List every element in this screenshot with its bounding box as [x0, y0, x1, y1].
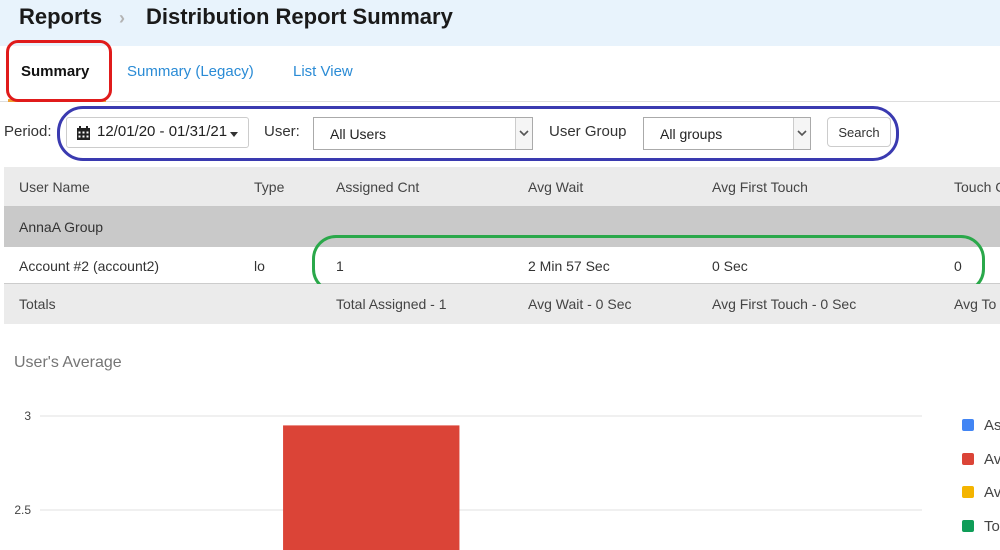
- column-header-avg-first-touch[interactable]: Avg First Touch: [712, 179, 808, 195]
- legend-label: To: [984, 518, 1000, 535]
- chart-bar-1[interactable]: [283, 425, 460, 550]
- annotation-red-outline: [6, 40, 112, 102]
- legend-label: Av: [984, 451, 1000, 468]
- column-header-assigned-cnt[interactable]: Assigned Cnt: [336, 179, 419, 195]
- breadcrumb-chevron-icon: ›: [119, 8, 125, 28]
- column-header-type[interactable]: Type: [254, 179, 284, 195]
- period-label: Period:: [4, 123, 52, 140]
- totals-avg-wait: Avg Wait - 0 Sec: [528, 296, 632, 312]
- legend-swatch: [962, 419, 974, 431]
- users-average-chart: 32.5: [14, 409, 922, 550]
- group-name: AnnaA Group: [19, 219, 104, 235]
- annotation-blue-outline: [57, 106, 899, 161]
- totals-avg-first-touch: Avg First Touch - 0 Sec: [712, 296, 857, 312]
- column-header-touch-count[interactable]: Touch C: [954, 179, 1000, 195]
- tab-summary-legacy[interactable]: Summary (Legacy): [127, 63, 254, 80]
- totals-avg-touch: Avg To: [954, 296, 997, 312]
- y-tick-label: 2.5: [14, 503, 31, 517]
- table-header: User Name Type Assigned Cnt Avg Wait Avg…: [4, 167, 1000, 207]
- tab-list-view[interactable]: List View: [293, 63, 353, 80]
- cell-user-name: Account #2 (account2): [19, 258, 160, 274]
- report-tabs: Summary Summary (Legacy) List View: [0, 46, 1000, 102]
- totals-assigned: Total Assigned - 1: [336, 296, 447, 312]
- page-header: Reports › Distribution Report Summary: [0, 0, 1000, 46]
- table-totals-row: Totals Total Assigned - 1 Avg Wait - 0 S…: [4, 284, 1000, 324]
- column-header-avg-wait[interactable]: Avg Wait: [528, 179, 583, 195]
- cell-type: lo: [254, 258, 265, 274]
- column-header-user-name[interactable]: User Name: [19, 179, 90, 195]
- legend-label: As: [984, 417, 1000, 434]
- y-tick-label: 3: [24, 409, 31, 423]
- chart-title: User's Average: [14, 354, 122, 371]
- page-title: Distribution Report Summary: [146, 4, 453, 29]
- breadcrumb-reports-link[interactable]: Reports: [19, 4, 102, 30]
- legend-swatch: [962, 486, 974, 498]
- legend-swatch: [962, 520, 974, 532]
- totals-label: Totals: [19, 296, 56, 312]
- legend-swatch: [962, 453, 974, 465]
- legend-label: Av: [984, 484, 1000, 501]
